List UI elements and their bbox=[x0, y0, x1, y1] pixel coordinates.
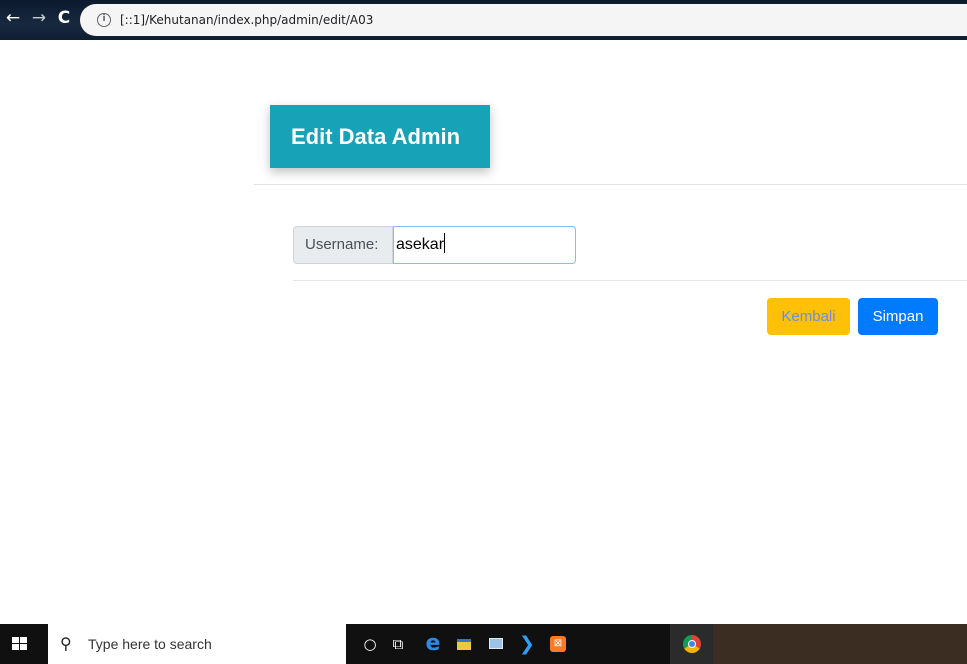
reload-icon[interactable]: C bbox=[54, 8, 74, 28]
url-text[interactable]: [::1]/Kehutanan/index.php/admin/edit/A03 bbox=[120, 12, 373, 28]
taskbar-search-box[interactable]: ⚲ Type here to search bbox=[48, 624, 346, 664]
header-divider bbox=[254, 184, 967, 185]
back-button[interactable]: Kembali bbox=[767, 298, 850, 335]
card-header: Edit Data Admin bbox=[270, 105, 490, 168]
taskbar: ⚲ Type here to search ○ ⧉ e ❯ ⊠ bbox=[0, 624, 967, 664]
search-placeholder: Type here to search bbox=[88, 636, 212, 652]
username-input[interactable]: asekar bbox=[393, 226, 576, 264]
search-icon: ⚲ bbox=[60, 634, 72, 653]
page-title: Edit Data Admin bbox=[291, 124, 461, 149]
text-caret bbox=[444, 233, 446, 253]
file-explorer-icon[interactable] bbox=[454, 634, 474, 654]
browser-toolbar: ← → C i [::1]/Kehutanan/index.php/admin/… bbox=[0, 0, 967, 40]
username-label: Username: bbox=[293, 226, 393, 264]
network-icon[interactable] bbox=[486, 634, 506, 654]
address-bar[interactable]: i [::1]/Kehutanan/index.php/admin/edit/A… bbox=[80, 4, 967, 36]
edge-icon[interactable]: e bbox=[423, 633, 443, 655]
vscode-icon[interactable]: ❯ bbox=[517, 634, 537, 654]
cortana-icon[interactable]: ○ bbox=[360, 634, 380, 654]
windows-icon[interactable] bbox=[12, 637, 28, 651]
xampp-glyph: ⊠ bbox=[550, 636, 566, 652]
forward-arrow-icon[interactable]: → bbox=[29, 8, 49, 28]
back-arrow-icon[interactable]: ← bbox=[3, 8, 23, 28]
save-button[interactable]: Simpan bbox=[858, 298, 938, 335]
username-value: asekar bbox=[396, 236, 445, 253]
taskbar-tray-area bbox=[713, 624, 967, 664]
info-icon[interactable]: i bbox=[97, 13, 111, 27]
task-view-icon[interactable]: ⧉ bbox=[388, 634, 408, 654]
xampp-icon[interactable]: ⊠ bbox=[548, 634, 568, 654]
form-divider bbox=[293, 280, 967, 281]
chrome-icon[interactable] bbox=[682, 634, 702, 654]
